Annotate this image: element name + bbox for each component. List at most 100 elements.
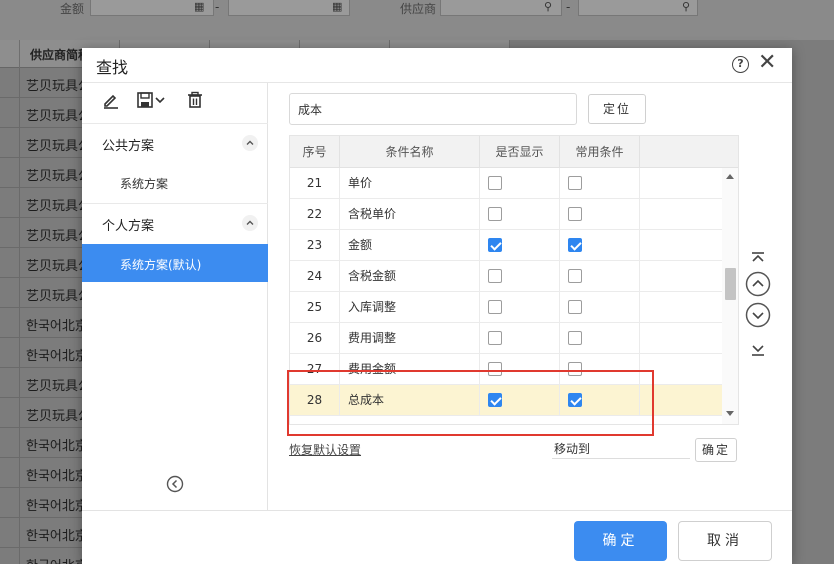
common-checkbox[interactable] bbox=[568, 331, 582, 345]
move-to-input[interactable] bbox=[552, 439, 690, 459]
grid-row[interactable]: 21 单价 bbox=[290, 168, 722, 199]
condition-name: 含税金额 bbox=[340, 261, 480, 292]
row-number-cell bbox=[0, 98, 20, 128]
grid-scrollbar[interactable] bbox=[722, 168, 738, 424]
move-down-icon[interactable] bbox=[745, 302, 771, 328]
condition-name: 含税单价 bbox=[340, 199, 480, 230]
edit-icon[interactable] bbox=[102, 91, 120, 109]
scroll-thumb[interactable] bbox=[725, 268, 736, 300]
row-number: 22 bbox=[290, 199, 340, 230]
background-table-row: 艺贝玩具公 bbox=[0, 398, 91, 428]
grid-row[interactable]: 26 费用调整 bbox=[290, 323, 722, 354]
calculator-icon: ▦ bbox=[332, 0, 343, 13]
scheme-item-system[interactable]: 系统方案 bbox=[82, 163, 268, 201]
background-table-row: 艺贝玩具公 bbox=[0, 278, 91, 308]
cancel-button[interactable]: 取消 bbox=[678, 521, 772, 561]
calculator-icon: ▦ bbox=[194, 0, 205, 13]
column-header-common: 常用条件 bbox=[560, 136, 640, 168]
chevron-up-icon[interactable] bbox=[242, 135, 258, 151]
footer-divider bbox=[82, 510, 792, 511]
move-up-icon[interactable] bbox=[745, 271, 771, 297]
grid-row[interactable]: 23 金额 bbox=[290, 230, 722, 261]
close-icon[interactable]: ✕ bbox=[758, 50, 776, 75]
scheme-item-system-default[interactable]: 系统方案(默认) bbox=[82, 244, 268, 282]
background-table-row: 艺贝玩具公 bbox=[0, 218, 91, 248]
common-checkbox[interactable] bbox=[568, 269, 582, 283]
background-table-row: 艺贝玩具公 bbox=[0, 188, 91, 218]
row-number-cell bbox=[0, 518, 20, 548]
common-cell bbox=[560, 199, 640, 230]
condition-name: 费用调整 bbox=[340, 323, 480, 354]
common-cell bbox=[560, 292, 640, 323]
row-number-cell bbox=[0, 248, 20, 278]
scroll-down-arrow[interactable] bbox=[726, 411, 734, 416]
help-icon[interactable]: ? bbox=[732, 56, 749, 73]
trash-icon[interactable] bbox=[186, 91, 204, 109]
move-confirm-button[interactable]: 确定 bbox=[695, 438, 737, 462]
background-table-row: 한국어北京 bbox=[0, 548, 90, 564]
move-to-top-icon[interactable] bbox=[745, 246, 771, 272]
filter-label-supplier: 供应商 bbox=[400, 2, 437, 16]
row-number-cell bbox=[0, 218, 20, 248]
show-cell bbox=[480, 261, 560, 292]
filter-label-amount: 金额 bbox=[60, 2, 85, 16]
show-cell bbox=[480, 168, 560, 199]
common-checkbox[interactable] bbox=[568, 238, 582, 252]
background-table-row: 艺贝玩具公 bbox=[0, 158, 91, 188]
personal-scheme-title: 个人方案 bbox=[102, 219, 155, 234]
common-cell bbox=[560, 323, 640, 354]
chevron-up-icon[interactable] bbox=[242, 215, 258, 231]
background-table-row: 艺贝玩具公 bbox=[0, 128, 91, 158]
row-number-cell bbox=[0, 128, 20, 158]
public-scheme-header[interactable]: 公共方案 bbox=[82, 123, 268, 161]
show-cell bbox=[480, 323, 560, 354]
row-number-cell bbox=[0, 488, 20, 518]
condition-name: 入库调整 bbox=[340, 292, 480, 323]
common-checkbox[interactable] bbox=[568, 300, 582, 314]
common-checkbox[interactable] bbox=[568, 176, 582, 190]
background-table-row: 艺贝玩具公 bbox=[0, 248, 91, 278]
condition-name: 单价 bbox=[340, 168, 480, 199]
condition-name: 金额 bbox=[340, 230, 480, 261]
find-dialog: 查找 ? ✕ 公共方案 系统方案 个人方案 系统方案(默认) 成本 定位 序号 … bbox=[82, 48, 792, 564]
background-table-row: 艺贝玩具公 bbox=[0, 68, 91, 98]
common-checkbox[interactable] bbox=[568, 207, 582, 221]
show-checkbox[interactable] bbox=[488, 269, 502, 283]
supplier-cell: 한국어北京 bbox=[26, 499, 88, 514]
condition-search-input[interactable] bbox=[289, 93, 577, 125]
chevron-down-icon[interactable] bbox=[154, 91, 166, 109]
grid-row[interactable]: 25 入库调整 bbox=[290, 292, 722, 323]
row-number-cell bbox=[0, 398, 20, 428]
highlight-annotation-box bbox=[287, 370, 654, 436]
background-filter-bar: 金额 ▦ - ▦ 供应商 ⚲ - ⚲ bbox=[0, 0, 834, 40]
show-checkbox[interactable] bbox=[488, 238, 502, 252]
save-icon[interactable] bbox=[136, 91, 154, 109]
background-table-row: 한국어北京 bbox=[0, 488, 90, 518]
locate-button[interactable]: 定位 bbox=[588, 94, 646, 124]
confirm-button[interactable]: 确定 bbox=[574, 521, 667, 561]
row-number-cell bbox=[0, 278, 20, 308]
background-table-row: 한국어北京 bbox=[0, 518, 90, 548]
restore-default-link[interactable]: 恢复默认设置 bbox=[289, 441, 361, 458]
public-scheme-title: 公共方案 bbox=[102, 139, 155, 154]
move-to-bottom-icon[interactable] bbox=[745, 336, 771, 362]
background-table-row: 艺贝玩具公 bbox=[0, 98, 91, 128]
scroll-up-arrow[interactable] bbox=[726, 174, 734, 179]
common-cell bbox=[560, 230, 640, 261]
personal-scheme-header[interactable]: 个人方案 bbox=[82, 203, 268, 241]
row-number: 23 bbox=[290, 230, 340, 261]
grid-row[interactable]: 22 含税单价 bbox=[290, 199, 722, 230]
supplier-to-input[interactable] bbox=[578, 0, 698, 16]
row-number-cell bbox=[0, 68, 20, 98]
supplier-cell: 한국어北京 bbox=[26, 529, 88, 544]
show-checkbox[interactable] bbox=[488, 207, 502, 221]
show-checkbox[interactable] bbox=[488, 176, 502, 190]
row-number: 24 bbox=[290, 261, 340, 292]
show-checkbox[interactable] bbox=[488, 300, 502, 314]
show-checkbox[interactable] bbox=[488, 331, 502, 345]
collapse-panel-icon[interactable] bbox=[166, 475, 184, 493]
dialog-title: 查找 bbox=[96, 58, 129, 77]
background-table-row: 한국어北京 bbox=[0, 338, 90, 368]
supplier-cell: 한국어北京 bbox=[26, 469, 88, 484]
grid-row[interactable]: 24 含税金额 bbox=[290, 261, 722, 292]
